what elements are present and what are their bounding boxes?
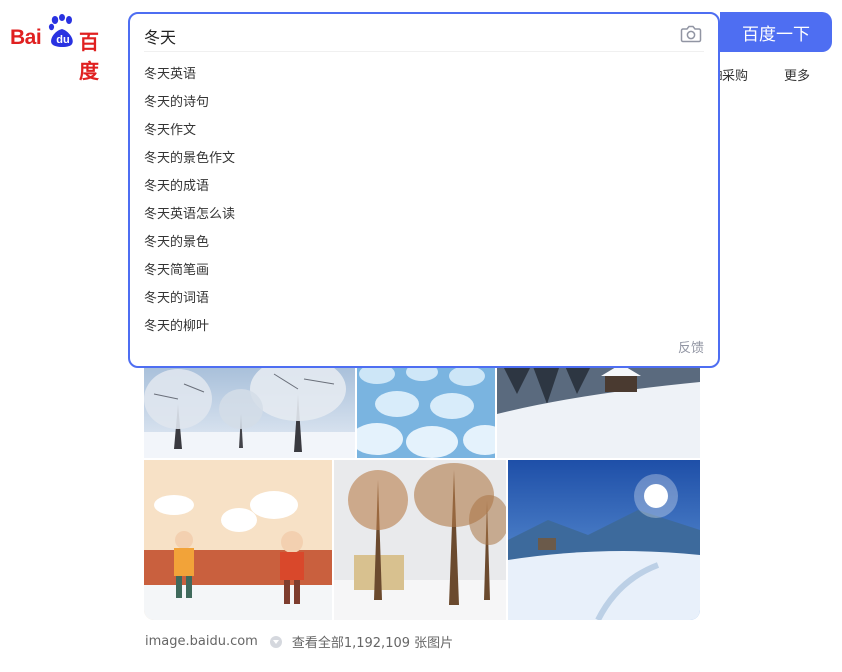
search-input[interactable]	[144, 24, 664, 48]
suggestion-item[interactable]: 冬天的词语	[144, 288, 235, 316]
nav-procure[interactable]: 的采购	[716, 65, 748, 84]
image-source-link[interactable]: image.baidu.com	[145, 634, 258, 649]
image-source-line: image.baidu.com 查看全部1,192,109 张图片	[145, 632, 453, 651]
snow-children-illustration[interactable]	[144, 460, 332, 620]
snow-park-image[interactable]	[334, 460, 506, 620]
suggestion-divider	[144, 51, 704, 52]
suggestion-list: 冬天英语 冬天的诗句 冬天作文 冬天的景色作文 冬天的成语 冬天英语怎么读 冬天…	[144, 64, 235, 344]
dropdown-icon[interactable]	[269, 635, 282, 648]
feedback-link[interactable]: 反馈	[678, 337, 704, 356]
baidu-logo[interactable]: Bai du 百度	[10, 14, 114, 83]
suggestion-item[interactable]: 冬天的景色	[144, 232, 235, 260]
search-box: 冬天英语 冬天的诗句 冬天作文 冬天的景色作文 冬天的成语 冬天英语怎么读 冬天…	[128, 12, 720, 368]
snow-trees-image[interactable]	[144, 354, 355, 458]
suggestion-item[interactable]: 冬天的景色作文	[144, 148, 235, 176]
image-grid	[144, 354, 700, 620]
nav-more[interactable]: 更多	[784, 65, 810, 84]
suggestion-item[interactable]: 冬天的成语	[144, 176, 235, 204]
camera-icon[interactable]	[680, 24, 702, 44]
suggestion-item[interactable]: 冬天作文	[144, 120, 235, 148]
logo-text-baidu: 百度	[79, 30, 99, 83]
search-button[interactable]: 百度一下	[720, 12, 832, 52]
snow-dunes-image[interactable]	[357, 354, 495, 458]
snow-cabin-image[interactable]	[497, 354, 700, 458]
view-all-images-link[interactable]: 查看全部1,192,109 张图片	[292, 632, 453, 651]
logo-text-du: du	[56, 34, 70, 46]
snow-mountain-sun-image[interactable]	[508, 460, 700, 620]
suggestion-item[interactable]: 冬天简笔画	[144, 260, 235, 288]
logo-text-bai: Bai	[10, 26, 42, 49]
suggestion-item[interactable]: 冬天的诗句	[144, 92, 235, 120]
suggestion-item[interactable]: 冬天的柳叶	[144, 316, 235, 344]
suggestion-item[interactable]: 冬天英语	[144, 64, 235, 92]
suggestion-item[interactable]: 冬天英语怎么读	[144, 204, 235, 232]
nav-procure-label: 采购	[722, 69, 749, 84]
